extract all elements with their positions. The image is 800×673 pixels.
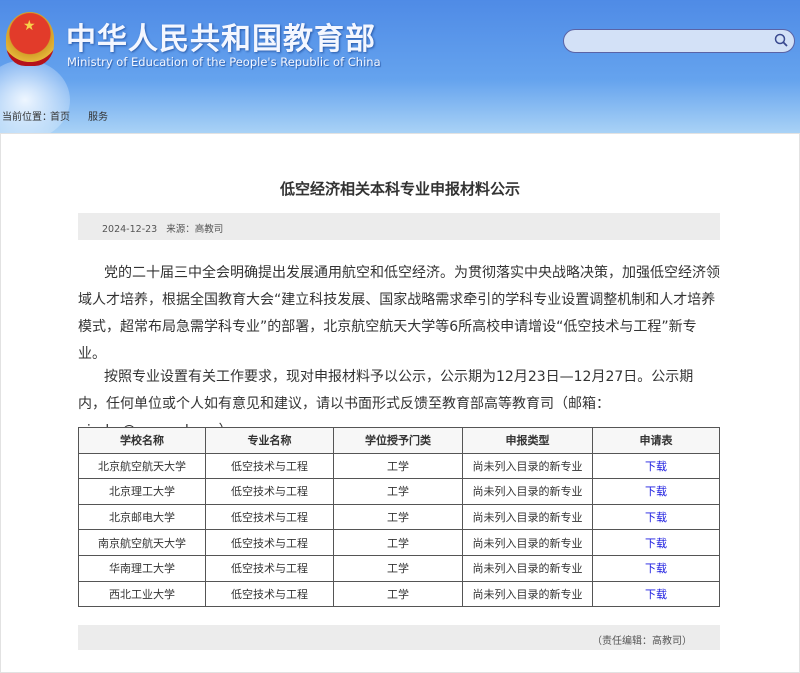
table-cell: 工学 [333, 554, 463, 582]
table-cell: 低空技术与工程 [205, 452, 334, 480]
article-meta: 2024-12-23 来源：高教司 [78, 213, 720, 240]
site-header: ★ 中华人民共和国教育部 Ministry of Education of th… [0, 0, 800, 140]
site-title-cn[interactable]: 中华人民共和国教育部 [66, 14, 376, 58]
editor-note: （责任编辑：高教司） [78, 625, 720, 650]
table-cell: 华南理工大学 [78, 554, 206, 582]
download-link[interactable]: 下载 [645, 588, 667, 601]
breadcrumb-label: 当前位置： [2, 112, 52, 123]
table-cell: 工学 [333, 452, 463, 480]
table-cell: 工学 [333, 503, 463, 531]
article-date: 2024-12-23 [102, 224, 158, 235]
table-cell: 下载 [592, 452, 720, 480]
article-source: 来源：高教司 [166, 224, 224, 235]
table-cell: 西北工业大学 [78, 580, 206, 608]
table-cell: 尚未列入目录的新专业 [462, 503, 593, 531]
table-row: 北京理工大学 低空技术与工程 工学 尚未列入目录的新专业 下载 [78, 478, 720, 505]
breadcrumb-home[interactable]: 首页 [50, 108, 70, 123]
download-link[interactable]: 下载 [645, 460, 667, 473]
table-cell: 尚未列入目录的新专业 [462, 529, 593, 556]
table-cell: 下载 [592, 478, 720, 505]
table-header-row: 学校名称 专业名称 学位授予门类 申报类型 申请表 [78, 427, 720, 454]
table-cell: 工学 [333, 478, 463, 505]
search-icon[interactable] [774, 33, 788, 47]
table-cell: 尚未列入目录的新专业 [462, 452, 593, 480]
table-cell: 尚未列入目录的新专业 [462, 554, 593, 582]
application-table: 学校名称 专业名称 学位授予门类 申报类型 申请表 北京航空航天大学 低空技术与工… [78, 427, 720, 608]
search-box[interactable] [563, 29, 795, 53]
cloud-decoration [0, 60, 70, 140]
table-cell: 下载 [592, 580, 720, 608]
table-cell: 北京航空航天大学 [78, 452, 206, 480]
column-header: 申请表 [592, 427, 720, 454]
column-header: 学校名称 [78, 427, 206, 454]
table-cell: 下载 [592, 554, 720, 582]
table-cell: 低空技术与工程 [205, 529, 334, 556]
column-header: 学位授予门类 [333, 427, 463, 454]
table-row: 华南理工大学 低空技术与工程 工学 尚未列入目录的新专业 下载 [78, 554, 720, 582]
table-cell: 尚未列入目录的新专业 [462, 580, 593, 608]
download-link[interactable]: 下载 [645, 562, 667, 575]
table-cell: 低空技术与工程 [205, 478, 334, 505]
table-cell: 工学 [333, 529, 463, 556]
column-header: 申报类型 [462, 427, 593, 454]
download-link[interactable]: 下载 [645, 537, 667, 550]
article-paragraph: 党的二十届三中全会明确提出发展通用航空和低空经济。为贯彻落实中央战略决策，加强低… [78, 265, 720, 362]
national-emblem-icon: ★ [6, 12, 54, 66]
column-header: 专业名称 [205, 427, 334, 454]
download-link[interactable]: 下载 [645, 511, 667, 524]
table-cell: 北京邮电大学 [78, 503, 206, 531]
table-cell: 尚未列入目录的新专业 [462, 478, 593, 505]
table-cell: 低空技术与工程 [205, 580, 334, 608]
table-row: 北京航空航天大学 低空技术与工程 工学 尚未列入目录的新专业 下载 [78, 452, 720, 480]
download-link[interactable]: 下载 [645, 485, 667, 498]
table-cell: 北京理工大学 [78, 478, 206, 505]
article-title: 低空经济相关本科专业申报材料公示 [279, 180, 520, 198]
table-cell: 低空技术与工程 [205, 503, 334, 531]
table-cell: 南京航空航天大学 [78, 529, 206, 556]
table-cell: 工学 [333, 580, 463, 608]
table-row: 南京航空航天大学 低空技术与工程 工学 尚未列入目录的新专业 下载 [78, 529, 720, 556]
table-cell: 低空技术与工程 [205, 554, 334, 582]
table-row: 北京邮电大学 低空技术与工程 工学 尚未列入目录的新专业 下载 [78, 503, 720, 531]
table-cell: 下载 [592, 503, 720, 531]
table-cell: 下载 [592, 529, 720, 556]
site-title-en: Ministry of Education of the People's Re… [67, 55, 381, 69]
breadcrumb-section[interactable]: 服务 [88, 108, 108, 123]
table-row: 西北工业大学 低空技术与工程 工学 尚未列入目录的新专业 下载 [78, 580, 720, 608]
